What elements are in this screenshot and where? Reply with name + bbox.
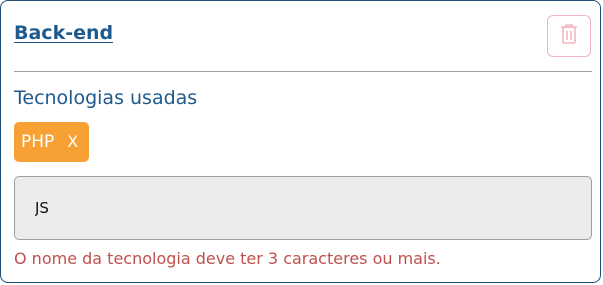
technology-input[interactable] bbox=[14, 176, 592, 240]
card-title[interactable]: Back-end bbox=[14, 22, 113, 44]
tech-tag-php: PHP X bbox=[14, 122, 89, 162]
error-message: O nome da tecnologia deve ter 3 caracter… bbox=[14, 249, 441, 268]
tag-remove-button[interactable]: X bbox=[67, 134, 78, 150]
technologies-label: Tecnologias usadas bbox=[14, 87, 198, 109]
backend-card: Back-end Tecnologias usadas PHP X O nome… bbox=[0, 0, 601, 283]
trash-icon bbox=[559, 23, 579, 49]
divider bbox=[14, 71, 592, 72]
tag-label: PHP bbox=[21, 132, 55, 152]
delete-button[interactable] bbox=[547, 15, 591, 57]
